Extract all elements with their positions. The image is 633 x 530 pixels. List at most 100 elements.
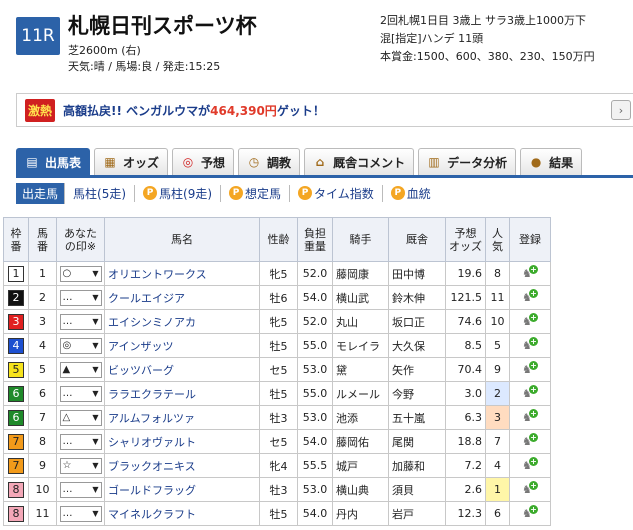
add-horse-icon[interactable]: ♞ +: [522, 265, 538, 280]
dropdown-arrow-icon: ▼: [92, 437, 99, 446]
mark-select[interactable]: △ ▼: [59, 409, 102, 426]
horse-name-link[interactable]: ブラックオニキス: [104, 453, 260, 478]
add-horse-icon[interactable]: ♞ +: [522, 457, 538, 472]
dropdown-arrow-icon: ▼: [92, 317, 99, 326]
add-horse-icon[interactable]: ♞ +: [522, 337, 538, 352]
entry-table: 枠 番 馬 番 あなた の印※ 馬名 性齢 負担 重量 騎手 厩舎 予想 オッズ…: [3, 217, 551, 526]
horse-name-link[interactable]: シャリオヴァルト: [104, 429, 260, 454]
jockey-link[interactable]: 城戸: [332, 453, 389, 478]
waku-badge: 5: [8, 361, 24, 378]
jockey-link[interactable]: 横山典: [332, 477, 389, 502]
tab-6[interactable]: ● 結果: [520, 148, 583, 175]
stable-link[interactable]: 須貝: [388, 477, 446, 502]
mark-select[interactable]: ▲ ▼: [59, 361, 102, 378]
tab-4[interactable]: ⌂ 厩舎コメント: [304, 148, 415, 175]
jockey-link[interactable]: 丹内: [332, 501, 389, 526]
mark-cell: ○ ▼: [56, 261, 105, 286]
popularity: 8: [485, 261, 510, 286]
race-title: 札幌日刊スポーツ杯: [68, 14, 257, 38]
stable-link[interactable]: 五十嵐: [388, 405, 446, 430]
umaban-cell: 1: [28, 261, 57, 286]
mark-select[interactable]: … ▼: [59, 289, 102, 306]
add-horse-icon[interactable]: ♞ +: [522, 409, 538, 424]
horse-name-link[interactable]: アルムフォルツァ: [104, 405, 260, 430]
waku-cell: 5: [3, 357, 29, 382]
promo-banner[interactable]: 激熱 高額払戻!! ベンガルウマが464,390円ゲット！ ›: [16, 93, 633, 127]
horse-name-link[interactable]: ビッツバーグ: [104, 357, 260, 382]
horse-name-link[interactable]: クールエイジア: [104, 285, 260, 310]
premium-p-icon: P: [390, 186, 405, 200]
mark-select[interactable]: … ▼: [59, 385, 102, 402]
jockey-link[interactable]: 横山武: [332, 285, 389, 310]
jockey-link[interactable]: 池添: [332, 405, 389, 430]
stable-link[interactable]: 今野: [388, 381, 446, 406]
table-row: 7 8… ▼ シャリオヴァルト セ5 54.0 藤岡佑 尾関 18.8 7 ♞ +: [3, 429, 551, 454]
add-horse-icon[interactable]: ♞ +: [522, 433, 538, 448]
waku-badge: 1: [8, 265, 24, 282]
jockey-link[interactable]: モレイラ: [332, 333, 389, 358]
horse-name-link[interactable]: マイネルクラフト: [104, 501, 260, 526]
add-horse-icon[interactable]: ♞ +: [522, 505, 538, 520]
subnav-item-4[interactable]: P タイム指数: [290, 184, 383, 202]
waku-badge: 8: [8, 481, 24, 498]
mark-select[interactable]: … ▼: [59, 481, 102, 498]
add-horse-icon[interactable]: ♞ +: [522, 481, 538, 496]
stable-link[interactable]: 岩戸: [388, 501, 446, 526]
tab-1[interactable]: ▦ オッズ: [94, 148, 169, 175]
stable-link[interactable]: 鈴木伸: [388, 285, 446, 310]
mark-select[interactable]: … ▼: [59, 313, 102, 330]
mark-cell: … ▼: [56, 429, 105, 454]
horse-name-link[interactable]: ゴールドフラッグ: [104, 477, 260, 502]
add-horse-icon[interactable]: ♞ +: [522, 313, 538, 328]
jockey-link[interactable]: 藤岡康: [332, 261, 389, 286]
tab-0[interactable]: ▤ 出馬表: [16, 148, 91, 175]
waku-cell: 6: [3, 405, 29, 430]
tab-label: 出馬表: [45, 155, 82, 170]
promo-text[interactable]: 高額払戻!! ベンガルウマが464,390円ゲット！: [63, 102, 325, 119]
horse-name-link[interactable]: オリエントワークス: [104, 261, 260, 286]
mark-select[interactable]: ☆ ▼: [59, 457, 102, 474]
umaban-cell: 11: [28, 501, 57, 526]
tab-5[interactable]: ▥ データ分析: [418, 148, 517, 175]
subnav-item-0[interactable]: 出走馬: [16, 182, 66, 204]
stable-link[interactable]: 大久保: [388, 333, 446, 358]
stable-link[interactable]: 尾関: [388, 429, 446, 454]
mark-cell: △ ▼: [56, 405, 105, 430]
mark-select[interactable]: … ▼: [59, 505, 102, 522]
tab-2[interactable]: ◎ 予想: [172, 148, 235, 175]
stable-link[interactable]: 田中博: [388, 261, 446, 286]
add-horse-icon[interactable]: ♞ +: [522, 385, 538, 400]
mark-select[interactable]: … ▼: [59, 433, 102, 450]
horse-name-link[interactable]: エイシンミノアカ: [104, 309, 260, 334]
subnav-item-1[interactable]: 馬柱(5走): [65, 184, 136, 202]
register-cell: ♞ +: [509, 429, 551, 454]
umaban-cell: 2: [28, 285, 57, 310]
popularity: 10: [485, 309, 510, 334]
jockey-link[interactable]: 藤岡佑: [332, 429, 389, 454]
stable-link[interactable]: 坂口正: [388, 309, 446, 334]
race-info-line-2: 混[指定]ハンデ 11頭: [380, 32, 484, 45]
stable-link[interactable]: 加藤和: [388, 453, 446, 478]
horse-name-link[interactable]: アインザッツ: [104, 333, 260, 358]
mark-select[interactable]: ◎ ▼: [59, 337, 102, 354]
jockey-link[interactable]: 丸山: [332, 309, 389, 334]
jockey-link[interactable]: 黛: [332, 357, 389, 382]
add-horse-icon[interactable]: ♞ +: [522, 289, 538, 304]
subnav-item-5[interactable]: P 血統: [383, 185, 439, 202]
subnav-item-2[interactable]: P 馬柱(9走): [135, 184, 222, 202]
race-number-badge: 11R: [16, 17, 60, 55]
tab-3[interactable]: ◷ 調教: [238, 148, 301, 175]
horse-name-link[interactable]: ララエクラテール: [104, 381, 260, 406]
subnav-item-3[interactable]: P 想定馬: [221, 184, 291, 202]
header-register: 登録: [509, 217, 551, 262]
mark-select[interactable]: ○ ▼: [59, 265, 102, 282]
race-info-line-3: 本賞金:1500、600、380、230、150万円: [380, 50, 595, 63]
sex-age: 牝5: [259, 309, 298, 334]
chevron-right-icon[interactable]: ›: [611, 100, 631, 120]
umaban-cell: 8: [28, 429, 57, 454]
jockey-link[interactable]: ルメール: [332, 381, 389, 406]
add-horse-icon[interactable]: ♞ +: [522, 361, 538, 376]
weight: 55.0: [297, 381, 333, 406]
stable-link[interactable]: 矢作: [388, 357, 446, 382]
header-stable: 厩舎: [388, 217, 446, 262]
